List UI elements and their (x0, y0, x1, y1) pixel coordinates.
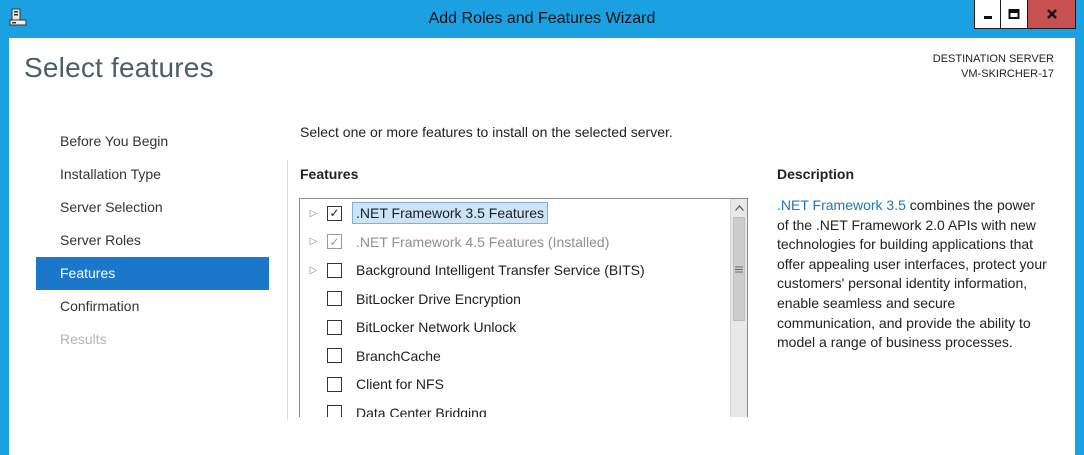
nav-item-before-you-begin[interactable]: Before You Begin (36, 125, 269, 158)
page-title: Select features (24, 52, 214, 83)
feature-label[interactable]: Background Intelligent Transfer Service … (352, 259, 649, 281)
feature-checkbox-net45: ✓ (327, 234, 342, 250)
feature-checkbox-data-center-bridging[interactable] (327, 405, 342, 417)
feature-checkbox-bits[interactable] (327, 262, 342, 278)
caption-buttons (974, 0, 1076, 31)
wizard-steps-nav: Before You Begin Installation Type Serve… (36, 125, 269, 356)
features-tree[interactable]: ▷ ✓ .NET Framework 3.5 Features ▷ ✓ .NET… (299, 198, 748, 417)
feature-checkbox-bitlocker[interactable] (327, 291, 342, 307)
scroll-up-button[interactable] (731, 199, 747, 216)
feature-row-net45[interactable]: ▷ ✓ .NET Framework 4.5 Features (Install… (300, 228, 747, 257)
feature-checkbox-branchcache[interactable] (327, 348, 342, 364)
nav-item-installation-type[interactable]: Installation Type (36, 158, 269, 191)
feature-label[interactable]: Client for NFS (352, 373, 448, 395)
destination-server-info: DESTINATION SERVER VM-SKIRCHER-17 (933, 52, 1054, 82)
close-button[interactable] (1028, 0, 1076, 29)
checkmark-icon: ✓ (329, 234, 340, 249)
feature-row-branchcache[interactable]: BranchCache (300, 342, 747, 371)
feature-label[interactable]: BranchCache (352, 345, 445, 367)
maximize-button[interactable] (1001, 0, 1028, 29)
title-bar[interactable]: Add Roles and Features Wizard (0, 0, 1084, 38)
nav-divider (287, 160, 288, 420)
feature-row-data-center-bridging[interactable]: Data Center Bridging (300, 399, 747, 417)
description-link[interactable]: .NET Framework 3.5 (777, 197, 906, 213)
scrollbar-thumb[interactable] (733, 217, 745, 321)
instructions-text: Select one or more features to install o… (300, 124, 673, 140)
destination-server-name: VM-SKIRCHER-17 (961, 68, 1054, 80)
features-heading: Features (300, 166, 359, 182)
feature-checkbox-net35[interactable]: ✓ (327, 205, 342, 221)
feature-description: .NET Framework 3.5 combines the power of… (777, 196, 1047, 353)
feature-row-net35[interactable]: ▷ ✓ .NET Framework 3.5 Features (300, 199, 747, 228)
feature-label[interactable]: Data Center Bridging (352, 402, 491, 417)
feature-label[interactable]: .NET Framework 3.5 Features (352, 202, 549, 225)
close-icon (1046, 9, 1057, 19)
description-text: combines the power of the .NET Framework… (777, 197, 1047, 351)
minimize-button[interactable] (974, 0, 1001, 29)
description-heading: Description (777, 166, 855, 182)
feature-label[interactable]: .NET Framework 4.5 Features (Installed) (352, 231, 613, 253)
chevron-up-icon (735, 204, 744, 211)
triangle-right-icon[interactable]: ▷ (300, 265, 327, 276)
maximize-icon (1008, 9, 1020, 19)
destination-label: DESTINATION SERVER (932, 53, 1054, 65)
feature-row-client-for-nfs[interactable]: Client for NFS (300, 370, 747, 399)
minimize-icon (983, 16, 992, 19)
feature-label[interactable]: BitLocker Network Unlock (352, 316, 520, 338)
nav-item-results: Results (60, 331, 107, 347)
nav-item-confirmation[interactable]: Confirmation (36, 290, 269, 323)
triangle-right-icon[interactable]: ▷ (300, 236, 327, 247)
window-title: Add Roles and Features Wizard (428, 10, 656, 27)
feature-checkbox-bitlocker-network-unlock[interactable] (327, 319, 342, 335)
nav-item-server-selection[interactable]: Server Selection (36, 191, 269, 224)
nav-item-features[interactable]: Features (36, 257, 269, 290)
features-scrollbar[interactable] (730, 199, 747, 417)
feature-row-bitlocker-network-unlock[interactable]: BitLocker Network Unlock (300, 313, 747, 342)
feature-row-bits[interactable]: ▷ Background Intelligent Transfer Servic… (300, 256, 747, 285)
grip-icon (735, 266, 743, 272)
feature-checkbox-client-for-nfs[interactable] (327, 376, 342, 392)
feature-row-bitlocker[interactable]: BitLocker Drive Encryption (300, 285, 747, 314)
nav-item-server-roles[interactable]: Server Roles (36, 224, 269, 257)
checkmark-icon: ✓ (329, 206, 340, 221)
triangle-right-icon[interactable]: ▷ (300, 208, 327, 219)
feature-label[interactable]: BitLocker Drive Encryption (352, 288, 525, 310)
